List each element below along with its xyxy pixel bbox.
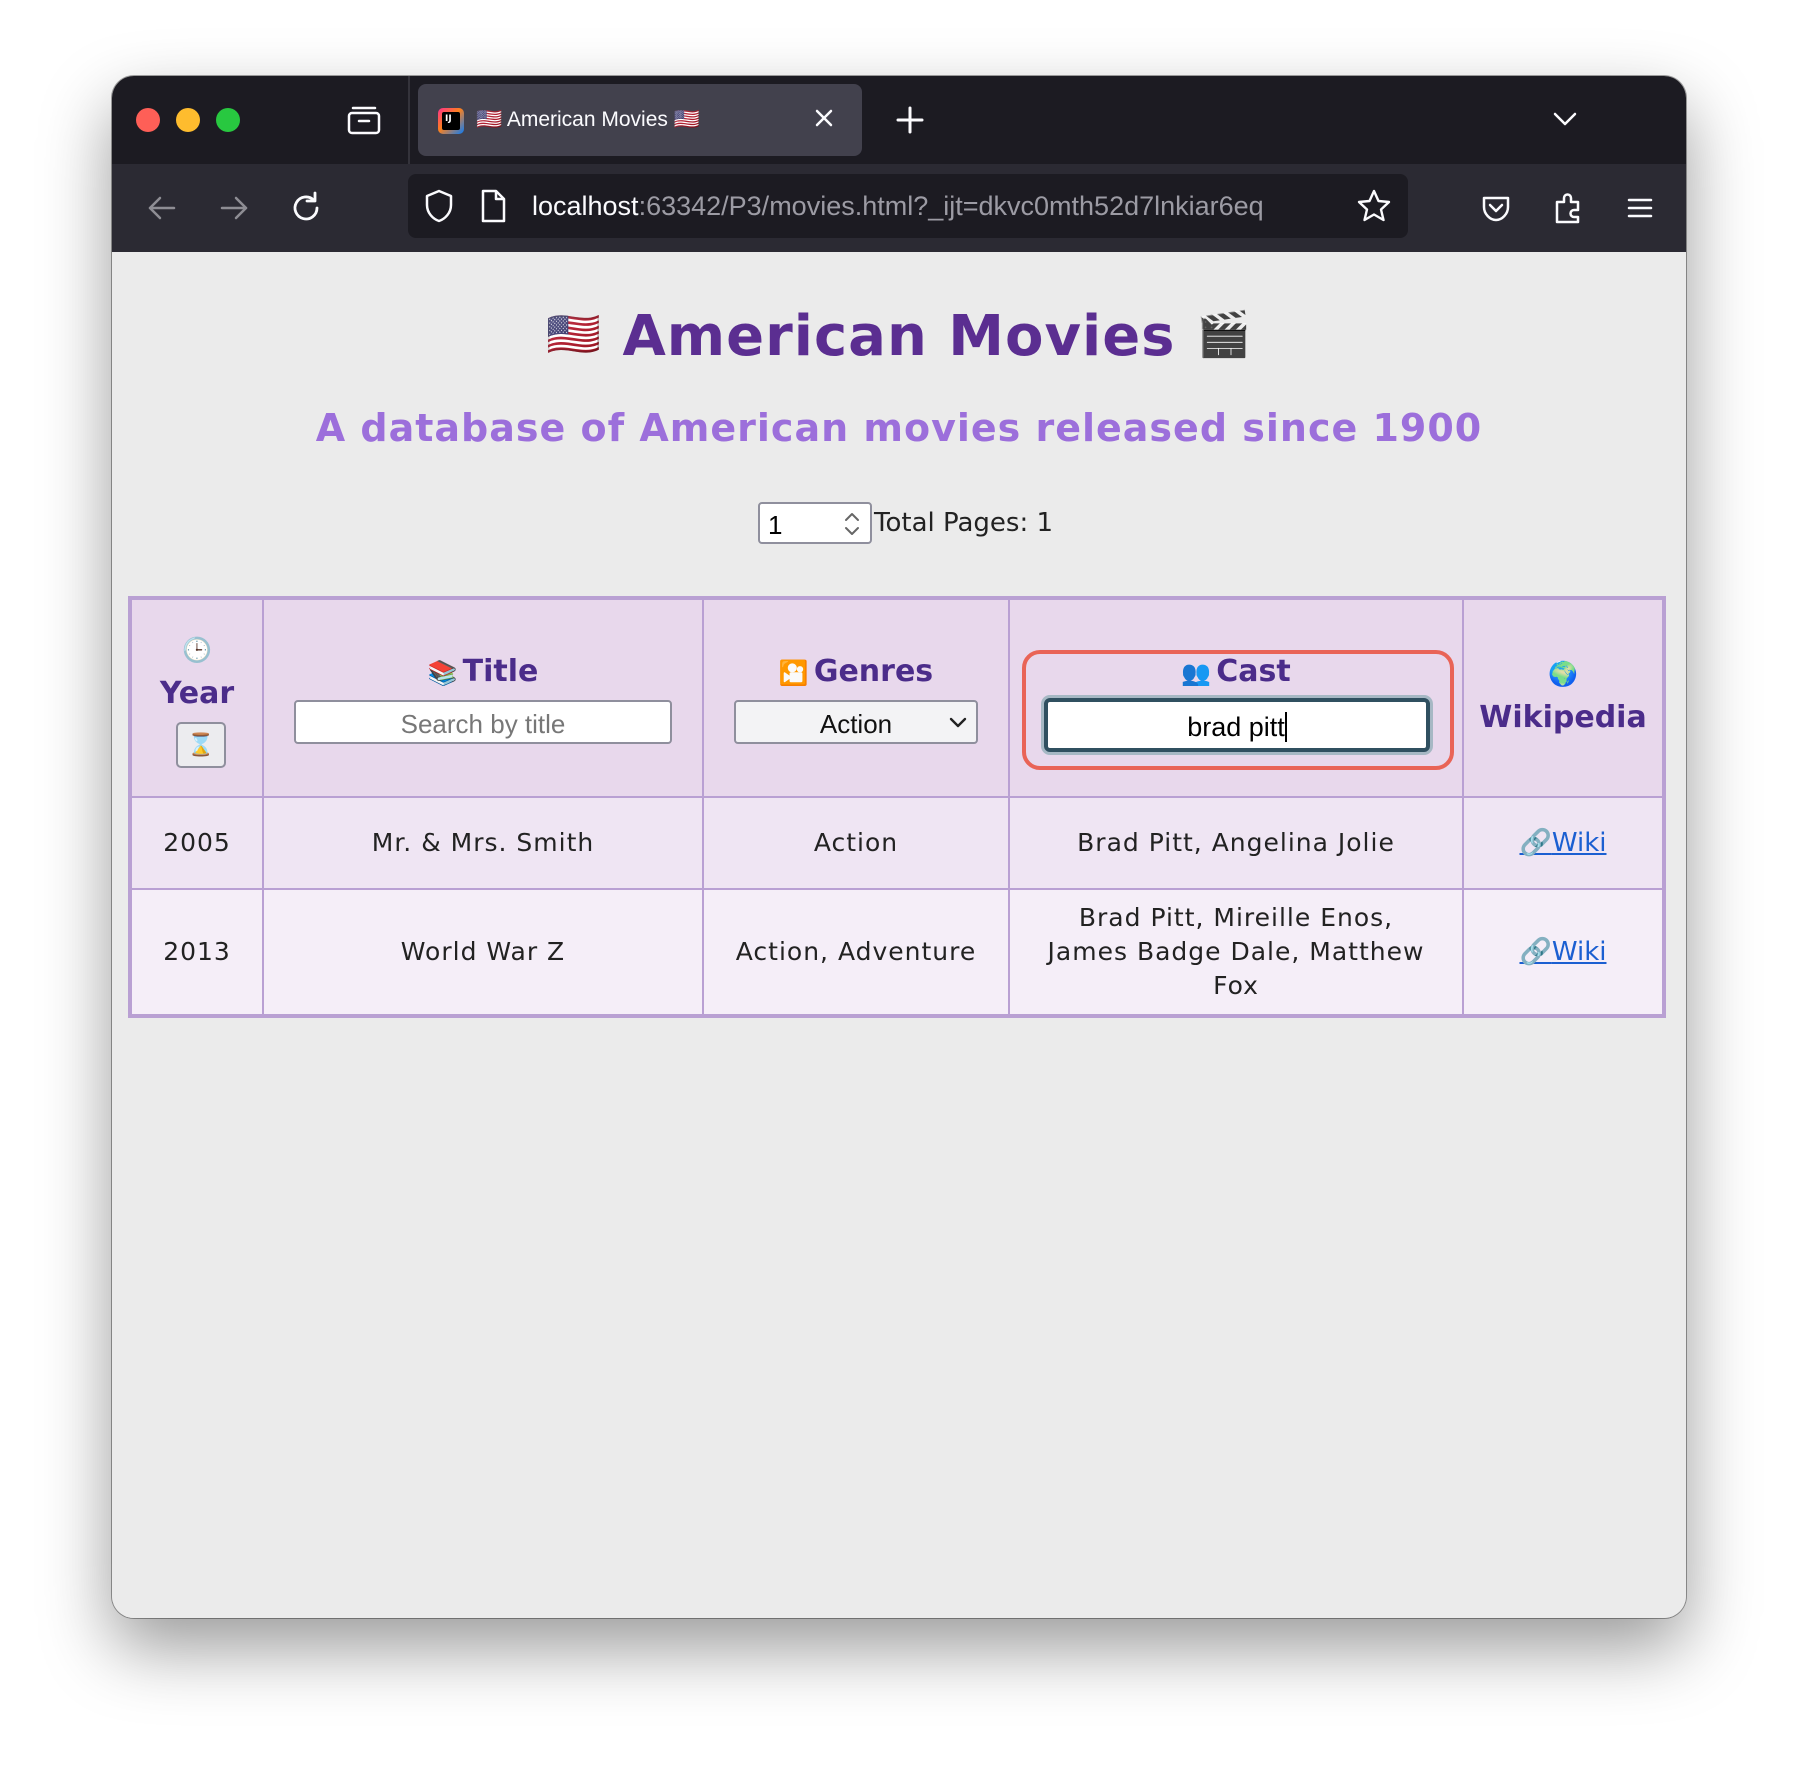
header-cast: 👥 Cast brad pitt [1010,600,1462,796]
browser-window: IJ 🇺🇸 American Movies 🇺🇸 localhost:63342… [112,76,1686,1618]
bookmark-star-icon[interactable] [1356,188,1392,224]
clock-icon: 🕒 [182,636,212,664]
title-search-input[interactable]: Search by title [294,700,672,744]
row-2-wiki-link[interactable]: 🔗Wiki [1519,937,1606,967]
header-cast-label: Cast [1216,654,1291,689]
row-1-genres: Action [704,798,1008,888]
books-icon: 📚 [427,659,458,687]
tab-american-movies[interactable]: IJ 🇺🇸 American Movies 🇺🇸 [418,84,862,156]
page-title-text: American Movies [622,304,1176,369]
cast-search-value: brad pitt [1187,712,1285,742]
minimize-window-button[interactable] [176,108,200,132]
row-1-cast: Brad Pitt, Angelina Jolie [1010,798,1462,888]
page-subtitle: A database of American movies released s… [315,406,1483,450]
tab-collections-icon[interactable] [346,104,382,136]
text-caret [1284,712,1287,742]
header-year: 🕒 Year ⌛ [132,600,262,796]
tab-strip: IJ 🇺🇸 American Movies 🇺🇸 [112,76,1686,164]
hamburger-menu-icon[interactable] [1620,188,1660,228]
row-2-genres: Action, Adventure [704,890,1008,1014]
header-wikipedia-label: Wikipedia [1479,700,1647,735]
page-stepper-icon[interactable] [840,508,864,540]
extensions-puzzle-icon[interactable] [1548,188,1588,228]
chevron-down-icon [949,717,967,728]
clapperboard-icon: 🎬 [1196,309,1252,360]
tab-separator [408,76,410,164]
header-genres-label: Genres [813,654,934,689]
wiki-link-label: Wiki [1551,828,1607,858]
forward-arrow-icon[interactable] [214,188,254,228]
header-cast-heading: 👥 Cast [1010,654,1462,689]
row-1-wikipedia: 🔗Wiki [1464,798,1662,888]
row-2-wikipedia: 🔗Wiki [1464,890,1662,1014]
row-2-year: 2013 [132,890,262,1014]
row-1-year: 2005 [132,798,262,888]
address-bar[interactable]: localhost:63342/P3/movies.html?_ijt=dkvc… [408,174,1408,238]
hourglass-icon: ⌛ [187,732,215,758]
header-wikipedia: 🌍 Wikipedia [1464,600,1662,796]
header-title-label: Title [462,654,539,689]
close-tab-icon[interactable] [810,104,838,132]
total-pages-label: Total Pages: 1 [874,508,1054,538]
header-genres: 🎦 Genres Action [704,600,1008,796]
page-info-icon[interactable] [478,188,508,224]
us-flag-icon: 🇺🇸 [546,309,602,360]
sort-year-button[interactable]: ⌛ [176,722,226,768]
header-genres-heading: 🎦 Genres [704,654,1008,689]
cast-search-input[interactable]: brad pitt [1044,698,1430,752]
cinema-icon: 🎦 [778,659,809,687]
page-title: 🇺🇸 American Movies 🎬 [112,304,1686,369]
url-path: :63342/P3/movies.html?_ijt=dkvc0mth52d7l… [638,191,1264,221]
globe-icon: 🌍 [1548,660,1578,688]
new-tab-icon[interactable] [890,100,930,140]
movies-table: 🕒 Year ⌛ 📚 Title Search by title 🎦 Genre… [128,596,1666,1018]
url-host: localhost [532,191,639,221]
header-title-heading: 📚 Title [264,654,702,689]
tab-title: 🇺🇸 American Movies 🇺🇸 [476,108,700,131]
genre-select-value: Action [819,709,893,739]
row-1-title: Mr. & Mrs. Smith [264,798,702,888]
link-icon: 🔗 [1519,937,1552,967]
url-text[interactable]: localhost:63342/P3/movies.html?_ijt=dkvc… [532,191,1332,222]
list-all-tabs-chevron-icon[interactable] [1550,104,1580,134]
tracking-protection-shield-icon[interactable] [422,188,456,224]
wiki-link-label: Wiki [1551,937,1607,967]
header-year-label: Year [159,676,235,711]
close-window-button[interactable] [136,108,160,132]
genre-select[interactable]: Action [734,700,978,744]
row-1-wiki-link[interactable]: 🔗Wiki [1519,828,1606,858]
row-2-title: World War Z [264,890,702,1014]
back-arrow-icon[interactable] [142,188,182,228]
reload-icon[interactable] [286,188,326,228]
maximize-window-button[interactable] [216,108,240,132]
pocket-icon[interactable] [1476,188,1516,228]
header-title: 📚 Title Search by title [264,600,702,796]
link-icon: 🔗 [1519,828,1552,858]
row-2-cast: Brad Pitt, Mireille Enos, James Badge Da… [1010,890,1462,1014]
page-content: 🇺🇸 American Movies 🎬 A database of Ameri… [112,252,1686,1618]
people-icon: 👥 [1181,659,1212,687]
intellij-favicon-icon: IJ [438,108,464,134]
navigation-toolbar: localhost:63342/P3/movies.html?_ijt=dkvc… [112,164,1686,252]
